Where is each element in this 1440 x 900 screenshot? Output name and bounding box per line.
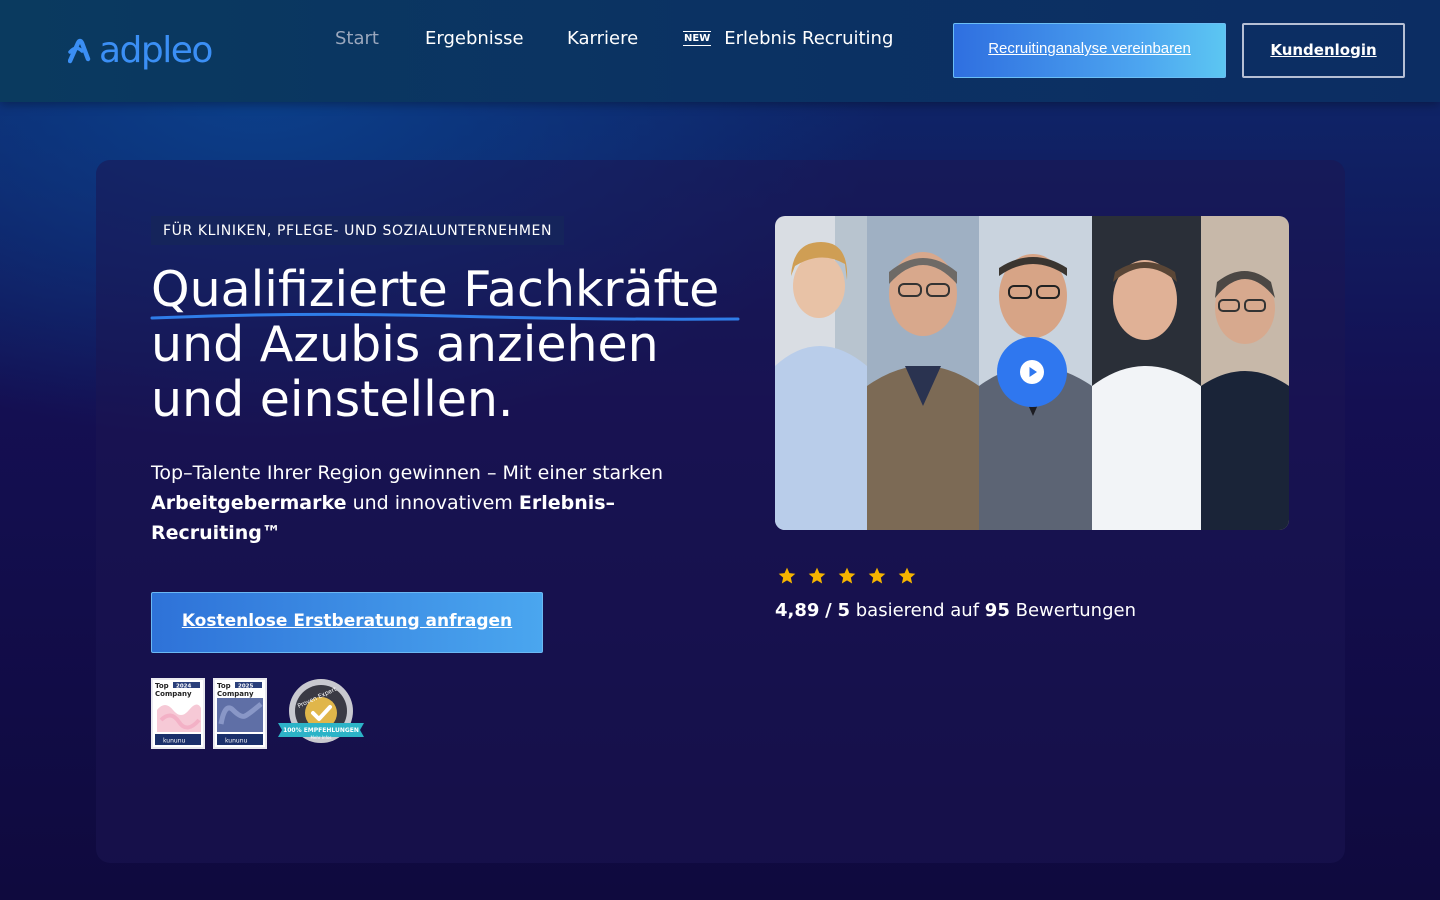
hero-eyebrow: FÜR KLINIKEN, PFLEGE- UND SOZIALUNTERNEH… [151, 216, 565, 245]
proven-expert-seal-icon[interactable]: Proven Expert 100% EMPFEHLUNGEN Mehr Inf… [276, 677, 366, 749]
headline-line-3: und einstellen. [151, 371, 514, 428]
new-badge: NEW [683, 30, 712, 46]
svg-text:Mehr Infos: Mehr Infos [310, 735, 331, 740]
svg-text:Top: Top [217, 682, 231, 690]
svg-text:Company: Company [217, 690, 254, 698]
svg-text:kununu: kununu [225, 737, 248, 744]
kununu-badge-icon: Top 2024 Company kununu [155, 681, 201, 745]
subtext-bold-arbeitgebermarke: Arbeitgebermarke [151, 492, 347, 514]
subtext-part: und innovativem [352, 492, 513, 514]
kundenlogin-button[interactable]: Kundenlogin [1242, 23, 1405, 78]
svg-text:100% EMPFEHLUNGEN: 100% EMPFEHLUNGEN [283, 727, 359, 734]
nav-item-erlebnis-recruiting[interactable]: NEW Erlebnis Recruiting [683, 28, 893, 49]
svg-text:kununu: kununu [163, 737, 186, 744]
svg-text:2025: 2025 [238, 683, 253, 689]
headline-underline-decoration [150, 312, 740, 321]
subtext-part: Top–Talente Ihrer Region gewinnen – Mit … [151, 462, 664, 484]
svg-text:Company: Company [155, 690, 192, 698]
star-icon [838, 567, 856, 584]
rating-text-end: Bewertungen [1015, 600, 1136, 621]
svg-text:2024: 2024 [176, 683, 191, 689]
rating-count: 95 [984, 600, 1010, 621]
svg-text:Top: Top [155, 682, 169, 690]
star-icon [778, 567, 796, 584]
hero-subtext: Top–Talente Ihrer Region gewinnen – Mit … [151, 458, 731, 548]
adpleo-logo[interactable]: adpleo [68, 30, 213, 72]
rating-text-mid: basierend auf [855, 600, 980, 621]
kununu-top-company-2025-badge[interactable]: Top 2025 Company kununu [213, 677, 267, 749]
kununu-badge-icon: Top 2025 Company kununu [217, 681, 263, 745]
subtext-bold-recruiting: Recruiting™ [151, 522, 281, 544]
nav-item-ergebnisse[interactable]: Ergebnisse [425, 28, 524, 49]
rating-stars [777, 566, 917, 586]
nav-item-label: Erlebnis Recruiting [724, 27, 894, 49]
star-icon [868, 567, 886, 584]
erstberatung-cta-button[interactable]: Kostenlose Erstberatung anfragen [151, 592, 543, 653]
logo-mark-icon [68, 38, 91, 64]
rating-separator: / [825, 600, 832, 621]
hero-headline: Qualifizierte Fachkräfte und Azubis anzi… [151, 262, 719, 427]
recruitinganalyse-button[interactable]: Recruitinganalyse vereinbaren [953, 23, 1226, 78]
logo-wordmark: adpleo [99, 30, 213, 71]
star-icon [808, 567, 826, 584]
site-header: adpleo Start Ergebnisse Karriere NEW Erl… [0, 0, 1440, 102]
nav-item-karriere[interactable]: Karriere [567, 28, 638, 49]
rating-summary: 4,89 / 5 basierend auf 95 Bewertungen [775, 600, 1136, 621]
nav-item-start[interactable]: Start [335, 28, 379, 49]
play-video-button[interactable] [997, 337, 1067, 407]
rating-max: 5 [837, 600, 850, 621]
subtext-bold-erlebnis: Erlebnis– [518, 492, 616, 514]
award-badges: Top 2024 Company kununu Top 2025 Company… [151, 677, 366, 749]
rating-score: 4,89 [775, 600, 820, 621]
play-icon [1020, 360, 1044, 384]
star-icon [898, 567, 916, 584]
kununu-top-company-2024-badge[interactable]: Top 2024 Company kununu [151, 677, 205, 749]
